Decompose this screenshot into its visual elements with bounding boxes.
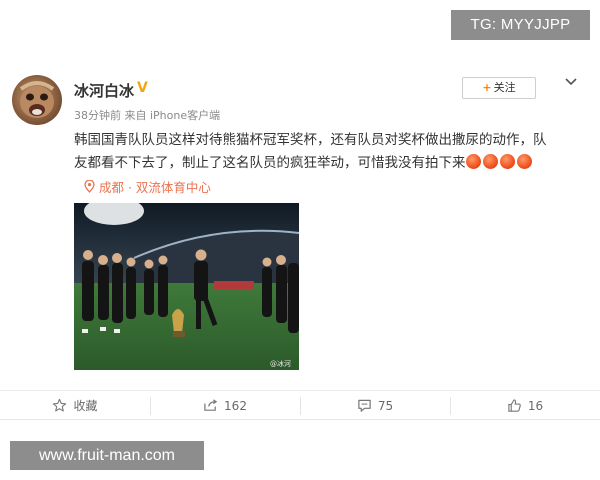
- repost-icon: [204, 399, 218, 411]
- favorite-button[interactable]: 收藏: [0, 391, 150, 420]
- angry-emoji-icon: [482, 154, 498, 169]
- repost-button[interactable]: 162: [150, 391, 300, 420]
- more-chevron-icon[interactable]: [563, 74, 579, 90]
- bottom-watermark: www.fruit-man.com: [10, 441, 204, 470]
- favorite-label: 收藏: [73, 399, 98, 413]
- location-link[interactable]: 成都 · 双流体育中心: [84, 177, 211, 196]
- post-text-line-2: 友都看不下去了，制止了这名队员的疯狂举动，可惜我没有拍下来: [74, 152, 574, 177]
- post-meta: 38分钟前 来自 iPhone客户端: [74, 107, 220, 123]
- comment-icon: [358, 399, 371, 412]
- angry-emoji-icon: [516, 154, 532, 169]
- plus-icon: +: [482, 81, 492, 94]
- weibo-post-card: 冰河白冰 V 38分钟前 来自 iPhone客户端 + 关注 韩国国青队队员这样对…: [0, 60, 600, 420]
- post-time[interactable]: 38分钟前: [74, 109, 121, 122]
- post-text-line-2-content: 友都看不下去了，制止了这名队员的疯狂举动，可惜我没有拍下来: [74, 155, 466, 171]
- thumb-up-icon: [508, 399, 521, 412]
- photo-scene: @冰河: [74, 203, 299, 370]
- post-text: 韩国国青队队员这样对待熊猫杯冠军奖杯，还有队员对奖杯做出撒尿的动作，队 友都看不…: [74, 129, 574, 177]
- like-count: 16: [527, 398, 544, 413]
- repost-count: 162: [224, 398, 247, 413]
- location-label: 成都 · 双流体育中心: [99, 180, 211, 195]
- photo-watermark: @冰河: [270, 359, 291, 368]
- vip-badge-icon: V: [137, 80, 148, 96]
- star-icon: [53, 398, 67, 412]
- post-source: 来自 iPhone客户端: [124, 109, 221, 122]
- post-text-line-1: 韩国国青队队员这样对待熊猫杯冠军奖杯，还有队员对奖杯做出撒尿的动作，队: [74, 132, 547, 148]
- comment-count: 75: [377, 398, 394, 413]
- post-photo[interactable]: @冰河: [74, 203, 299, 370]
- angry-emoji-icon: [499, 154, 515, 169]
- action-bar: 收藏 162 75 16: [0, 390, 600, 420]
- author-name[interactable]: 冰河白冰: [74, 80, 134, 101]
- angry-emoji-icon: [465, 154, 481, 169]
- location-pin-icon: [84, 180, 95, 193]
- comment-button[interactable]: 75: [300, 391, 450, 420]
- follow-label: 关注: [493, 81, 516, 94]
- follow-button[interactable]: + 关注: [462, 77, 536, 99]
- avatar[interactable]: [12, 75, 62, 125]
- emoji-group: [465, 154, 534, 177]
- top-watermark: TG: MYYJJPP: [451, 10, 590, 40]
- like-button[interactable]: 16: [450, 391, 600, 420]
